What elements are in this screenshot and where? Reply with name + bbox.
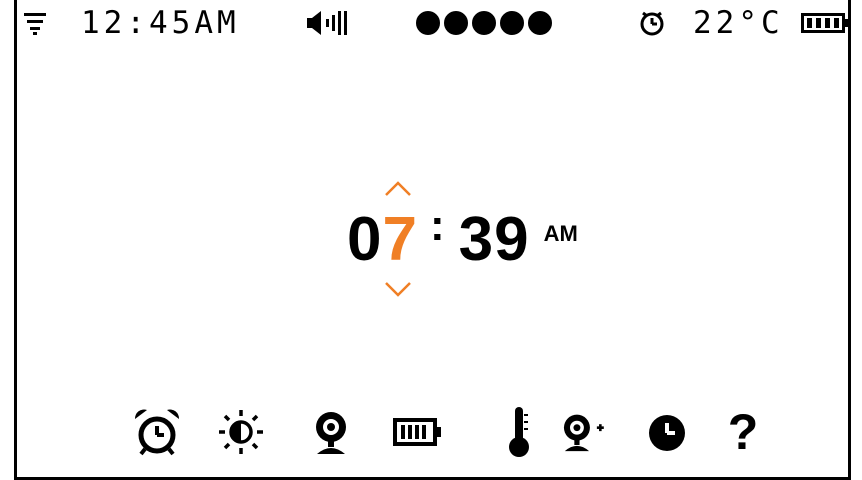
thermometer-icon[interactable] [493, 404, 545, 460]
increase-hour-arrow[interactable] [383, 178, 413, 198]
decrease-hour-arrow[interactable] [383, 280, 413, 300]
status-temperature-container: 22°C [693, 6, 784, 40]
speaker-volume-icon [307, 6, 355, 40]
help-question-mark: ? [727, 404, 759, 460]
battery-status-icon [801, 6, 851, 40]
status-temperature: 22°C [693, 4, 784, 41]
add-camera-icon[interactable] [557, 404, 609, 460]
battery-bar [816, 18, 821, 28]
signal-dot [500, 11, 524, 35]
wifi-icon [24, 6, 46, 40]
time-colon: : [429, 201, 445, 250]
battery-bar [807, 18, 812, 28]
clock-icon[interactable] [641, 404, 693, 460]
status-time-container: 12:45AM [81, 6, 240, 40]
signal-strength-indicator [415, 6, 555, 40]
signal-dot [416, 11, 440, 35]
meridiem-label[interactable]: AM [544, 221, 578, 247]
hour-ones-digit-selected[interactable]: 7 [382, 209, 417, 271]
time-setter: 0 7 : 39 AM [347, 201, 578, 275]
battery-icon[interactable] [392, 404, 444, 460]
hour-tens-digit[interactable]: 0 [347, 209, 382, 271]
minutes-digits[interactable]: 39 [459, 209, 530, 271]
status-time: 12:45AM [81, 4, 240, 41]
signal-dot [472, 11, 496, 35]
settings-icon-menu: ? [17, 404, 848, 460]
camera-icon[interactable] [305, 404, 357, 460]
brightness-icon[interactable] [215, 404, 267, 460]
signal-dot [444, 11, 468, 35]
timer-icon [639, 6, 665, 40]
status-bar: 12:45AM 22°C [17, 0, 851, 44]
signal-dot [528, 11, 552, 35]
alarm-clock-icon[interactable] [131, 404, 183, 460]
battery-bar [825, 18, 830, 28]
help-icon[interactable]: ? [717, 404, 769, 460]
battery-bar [834, 18, 839, 28]
monitor-screen: 12:45AM 22°C 0 7: 39 AM ? [14, 0, 851, 480]
